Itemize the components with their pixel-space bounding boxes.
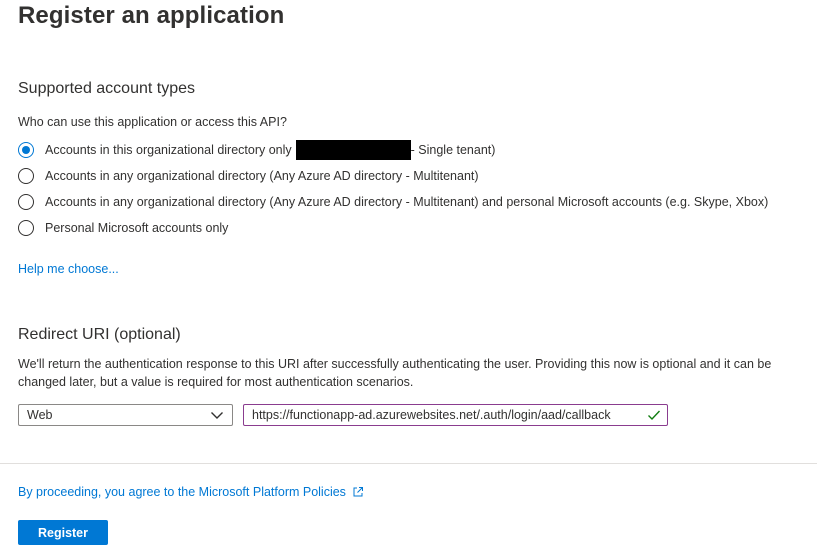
chevron-down-icon — [211, 412, 223, 419]
radio-label: Accounts in any organizational directory… — [45, 169, 479, 183]
page-title: Register an application — [18, 2, 285, 29]
radio-multitenant[interactable]: Accounts in any organizational directory… — [18, 166, 479, 186]
radio-button[interactable] — [18, 220, 34, 236]
account-types-question: Who can use this application or access t… — [18, 115, 287, 129]
platform-select-value: Web — [27, 408, 53, 422]
radio-label: Accounts in this organizational director… — [45, 140, 495, 160]
help-me-choose-link[interactable]: Help me choose... — [18, 262, 119, 276]
radio-label-suffix: - Single tenant) — [410, 143, 496, 157]
radio-button[interactable] — [18, 194, 34, 210]
checkmark-icon — [648, 410, 661, 421]
radio-label-text: Accounts in this organizational director… — [45, 143, 292, 157]
radio-label: Personal Microsoft accounts only — [45, 221, 229, 235]
account-types-title: Supported account types — [18, 80, 196, 97]
radio-button[interactable] — [18, 168, 34, 184]
footer-divider — [0, 463, 817, 464]
radio-single-tenant[interactable]: Accounts in this organizational director… — [18, 140, 495, 160]
radio-button-selected[interactable] — [18, 142, 34, 158]
platform-policies-link[interactable]: By proceeding, you agree to the Microsof… — [18, 485, 364, 499]
redirect-uri-title: Redirect URI (optional) — [18, 326, 181, 343]
redirect-uri-input[interactable]: https://functionapp-ad.azurewebsites.net… — [243, 404, 668, 426]
platform-policies-text: By proceeding, you agree to the Microsof… — [18, 485, 346, 499]
radio-personal-only[interactable]: Personal Microsoft accounts only — [18, 218, 228, 238]
redacted-tenant-name — [295, 140, 411, 160]
radio-multitenant-personal[interactable]: Accounts in any organizational directory… — [18, 192, 768, 212]
redirect-uri-description: We'll return the authentication response… — [18, 357, 772, 389]
platform-select[interactable]: Web — [18, 404, 233, 426]
external-link-icon — [353, 487, 363, 497]
register-button[interactable]: Register — [18, 520, 108, 545]
radio-label: Accounts in any organizational directory… — [45, 195, 769, 209]
redirect-uri-value: https://functionapp-ad.azurewebsites.net… — [252, 408, 611, 422]
